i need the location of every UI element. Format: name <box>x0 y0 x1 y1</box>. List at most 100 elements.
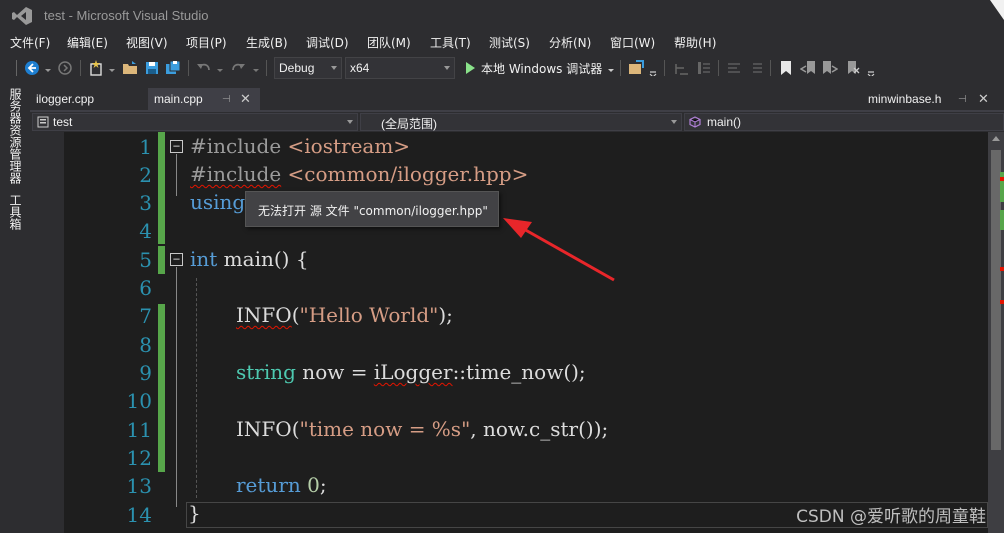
line-number: 14 <box>126 503 152 527</box>
number-token: 0 <box>307 473 320 497</box>
undo-icon[interactable] <box>196 60 212 76</box>
back-dropdown-icon[interactable] <box>44 60 52 76</box>
code-line-5: int main() { <box>190 247 309 271</box>
attach-icon[interactable] <box>628 60 644 76</box>
scroll-change-marker <box>1000 210 1004 230</box>
pin-icon[interactable]: ⊣ <box>222 94 231 105</box>
title-corner <box>990 0 1004 20</box>
menu-file[interactable]: 文件(F) <box>10 34 50 51</box>
code-line-1: #include <iostream> <box>190 134 410 158</box>
clear-bookmarks-icon[interactable] <box>844 60 860 76</box>
line-number: 7 <box>139 304 152 328</box>
menu-debug[interactable]: 调试(D) <box>306 34 349 51</box>
toolbar: Debug x64 本地 Windows 调试器 <box>0 54 1004 82</box>
line-number: 11 <box>126 418 152 442</box>
save-icon[interactable] <box>144 60 160 76</box>
configuration-value: Debug <box>279 61 315 75</box>
next-bookmark-icon[interactable] <box>822 60 838 76</box>
scroll-error-marker <box>1000 177 1004 181</box>
line-number: 8 <box>139 333 152 357</box>
code-editor[interactable]: 1 2 3 4 5 6 7 8 9 10 11 12 13 14 − − #in… <box>30 132 988 533</box>
menu-team[interactable]: 团队(M) <box>367 34 411 51</box>
line-number: 9 <box>139 361 152 385</box>
toolbar-overflow-icon[interactable] <box>866 60 876 76</box>
line-number: 13 <box>126 474 152 498</box>
punct-token: ( <box>291 303 300 327</box>
redo-dropdown-icon[interactable] <box>252 60 260 76</box>
toolbar-separator <box>770 60 771 76</box>
back-icon[interactable] <box>24 60 40 76</box>
menu-analyze[interactable]: 分析(N) <box>549 34 591 51</box>
bookmark-icon[interactable] <box>778 60 794 76</box>
editor-margin <box>30 132 64 533</box>
punct-token: ( <box>291 417 300 441</box>
scroll-error-marker <box>1000 267 1004 271</box>
line-number: 4 <box>139 219 152 243</box>
menu-project[interactable]: 项目(P) <box>186 34 227 51</box>
change-indicator <box>158 132 165 244</box>
macro-token: INFO <box>236 417 292 441</box>
configuration-select[interactable]: Debug <box>274 57 342 79</box>
toolbar-grip <box>16 60 17 76</box>
menu-view[interactable]: 视图(V) <box>126 34 168 51</box>
code-text: ::time_now(); <box>452 360 586 384</box>
uncomment-lines-icon[interactable] <box>748 60 764 76</box>
toolbar-separator <box>80 60 81 76</box>
menu-build[interactable]: 生成(B) <box>246 34 288 51</box>
collapse-icon[interactable]: − <box>170 140 183 153</box>
line-number: 1 <box>139 135 152 159</box>
open-folder-icon[interactable] <box>122 60 138 76</box>
window-title: test - Microsoft Visual Studio <box>44 8 209 23</box>
tab-ilogger-cpp[interactable]: ilogger.cpp <box>30 88 148 110</box>
document-tabs: ilogger.cpp main.cpp ⊣ ✕ minwinbase.h ⊣ … <box>30 88 1004 110</box>
scroll-up-icon[interactable] <box>992 136 1000 141</box>
toolbar-separator <box>664 60 665 76</box>
pin-icon[interactable]: ⊣ <box>958 94 967 105</box>
menu-bar: 文件(F) 编辑(E) 视图(V) 项目(P) 生成(B) 调试(D) 团队(M… <box>0 32 1004 52</box>
scope-dropdown[interactable]: (全局范围) <box>360 113 682 131</box>
line-number: 12 <box>126 446 152 470</box>
namespace-token: iLogger <box>373 360 453 384</box>
change-indicator <box>158 246 165 274</box>
toolbox-tab[interactable]: 工具箱 <box>7 194 24 230</box>
member-dropdown[interactable]: main() <box>684 113 1004 131</box>
server-explorer-tab[interactable]: 服务器资源管理器 <box>7 88 24 184</box>
vertical-scrollbar[interactable] <box>988 132 1004 533</box>
outline-line <box>176 154 177 196</box>
code-line-2: #include <common/ilogger.hpp> <box>190 162 528 186</box>
new-project-icon[interactable] <box>88 60 104 76</box>
toolbar-separator <box>266 60 267 76</box>
step-over-icon[interactable] <box>674 60 690 76</box>
undo-dropdown-icon[interactable] <box>216 60 224 76</box>
chevron-down-icon <box>347 120 353 124</box>
tab-main-cpp[interactable]: main.cpp ⊣ ✕ <box>148 88 260 110</box>
outline-line <box>176 267 177 507</box>
close-icon[interactable]: ✕ <box>240 91 251 107</box>
member-name: main() <box>707 115 742 129</box>
platform-select[interactable]: x64 <box>345 57 455 79</box>
previous-bookmark-icon[interactable] <box>800 60 816 76</box>
forward-icon[interactable] <box>57 60 73 76</box>
preprocessor-token: #include <box>190 134 282 158</box>
close-icon[interactable]: ✕ <box>978 91 989 107</box>
project-dropdown[interactable]: test <box>32 113 358 131</box>
tab-label: minwinbase.h <box>868 92 942 106</box>
tab-label: main.cpp <box>154 92 203 106</box>
collapse-icon[interactable]: − <box>170 253 183 266</box>
redo-icon[interactable] <box>230 60 246 76</box>
error-tooltip: 无法打开 源 文件 "common/ilogger.hpp" <box>245 191 499 227</box>
menu-window[interactable]: 窗口(W) <box>610 34 655 51</box>
new-project-dropdown-icon[interactable] <box>108 60 116 76</box>
tab-minwinbase-h[interactable]: minwinbase.h ⊣ ✕ <box>862 88 1004 110</box>
run-dropdown-icon[interactable] <box>607 60 615 76</box>
comment-lines-icon[interactable] <box>726 60 742 76</box>
save-all-icon[interactable] <box>165 60 181 76</box>
toolbar-overflow-icon[interactable] <box>648 60 658 76</box>
step-into-icon[interactable] <box>696 60 712 76</box>
menu-test[interactable]: 测试(S) <box>489 34 530 51</box>
keyword-token: using <box>190 190 246 214</box>
menu-help[interactable]: 帮助(H) <box>674 34 716 51</box>
start-debugging-button[interactable]: 本地 Windows 调试器 <box>466 57 602 79</box>
menu-tools[interactable]: 工具(T) <box>430 34 471 51</box>
menu-edit[interactable]: 编辑(E) <box>67 34 108 51</box>
